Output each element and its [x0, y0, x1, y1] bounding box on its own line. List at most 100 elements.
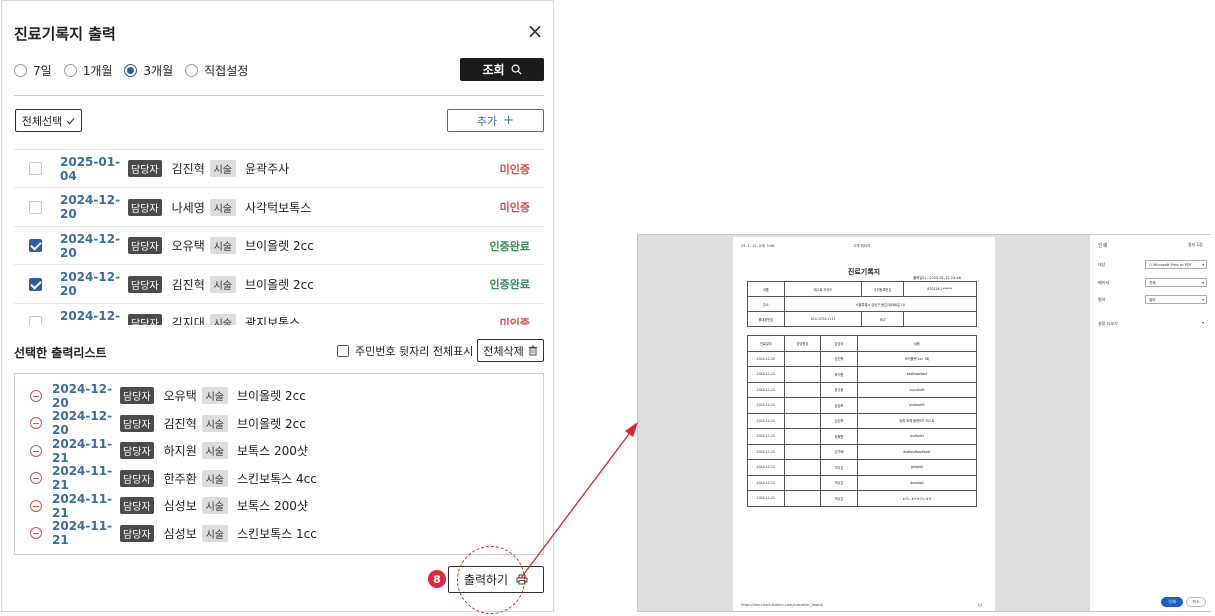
ssn-label-cell: 주민등록번호	[861, 281, 904, 297]
print-confirm-button[interactable]: 인쇄	[1161, 597, 1183, 607]
staff-badge: 담당자	[128, 198, 162, 216]
record-checkbox[interactable]	[29, 162, 42, 175]
radio-button[interactable]	[14, 64, 27, 77]
remove-icon[interactable]	[30, 444, 42, 457]
period-option[interactable]: 직접설정	[185, 62, 248, 79]
select-all-label: 전체선택	[21, 114, 63, 128]
history-cell	[783, 350, 822, 367]
history-cell: 브이올렛 2cc 1회	[856, 350, 978, 367]
certification-status: 인증완료	[489, 278, 530, 291]
selected-date: 2024-11-21	[52, 436, 113, 465]
search-button[interactable]: 조회	[460, 58, 544, 81]
selected-row: 2024-11-21 담당자 심성보 시술 보톡스 200샷	[15, 492, 543, 520]
print-button[interactable]: 출력하기	[448, 566, 544, 593]
type-badge: 시술	[201, 524, 229, 542]
radio-button[interactable]	[63, 64, 77, 77]
remove-icon[interactable]	[30, 472, 42, 484]
history-cell	[783, 459, 822, 476]
selected-row: 2024-11-21 담당자 한주환 시술 스킨보톡스 4cc	[15, 464, 543, 492]
selected-row: 2024-11-21 담당자 심성보 시술 스킨보톡스 1cc	[15, 519, 543, 547]
memo-label: 비고	[861, 311, 904, 327]
select-all-button[interactable]: 전체선택	[15, 109, 82, 132]
record-row: 2024-12-20 담당자 나세영 시술 사각턱보톡스 미인증	[14, 189, 544, 227]
procedure-name: 브이올렛 2cc	[245, 277, 314, 292]
selected-date: 2024-11-21	[52, 519, 113, 547]
checkbox-box[interactable]	[337, 345, 349, 357]
history-cell: 2024-11-21	[747, 381, 785, 398]
address-label: 주소	[747, 296, 785, 312]
ssn-full-display-checkbox[interactable]: 주민번호 뒷자리 전체표시	[337, 343, 473, 359]
selected-print-list: 2024-12-20 담당자 오유택 시술 브이올렛 2cc 2024-12-20 담당자 김…	[14, 373, 544, 555]
history-row: 2024-11-21 한주환 cuuulkuft	[747, 381, 978, 398]
history-header-cell: 담당자	[820, 335, 858, 352]
remove-icon[interactable]	[30, 417, 42, 429]
history-cell: 최형원	[820, 428, 858, 445]
staff-name: 김진혁	[171, 277, 205, 292]
history-row: 2024-12-20 김진혁 브이올렛 2cc 1회	[747, 350, 978, 367]
history-cell: 한주환	[820, 381, 858, 398]
panel-page-count: 용지 1장	[1188, 242, 1203, 247]
staff-name: 김진혁	[171, 162, 205, 176]
color-value: 컬러	[1149, 298, 1156, 302]
history-cell: ㅎㄹㄴㅎㄹㅎㄹㄴㅎㄹ	[856, 490, 978, 507]
delete-all-button[interactable]: 전체삭제	[477, 339, 544, 362]
remove-icon[interactable]	[30, 499, 42, 512]
staff-badge: 담당자	[128, 237, 162, 254]
procedure-name: 보톡스 200샷	[237, 444, 308, 458]
history-cell	[783, 366, 822, 383]
name-label: 이름	[747, 281, 785, 297]
phone-value: 010-1234-1111	[783, 311, 863, 327]
staff-name: 김지대	[171, 316, 205, 325]
record-checkbox[interactable]	[29, 239, 42, 252]
dialog-title: 진료기록지 출력	[14, 25, 116, 43]
search-button-label: 조회	[482, 63, 505, 77]
destination-select[interactable]: ⎙ Microsoft Print to PDF ▾	[1145, 260, 1207, 269]
radio-button[interactable]	[185, 64, 199, 77]
history-cell: 등록 후에 출력모드 테스트	[856, 412, 978, 429]
name-value: 테스트 가이드	[783, 281, 863, 297]
radio-button[interactable]	[124, 64, 138, 77]
print-button-label: 출력하기	[463, 573, 509, 587]
period-radio-group: 7일 1개월 3개월 직접설정	[14, 62, 260, 79]
record-row: 2024-12-20 담당자 김진혁 시술 브이올렛 2cc 인증완료	[14, 266, 544, 304]
staff-badge: 담당자	[128, 314, 162, 325]
remove-icon[interactable]	[30, 389, 42, 402]
procedure-name: 스킨보톡스 4cc	[237, 471, 317, 486]
treatment-history-table: 진료일자 담당원장 담당자 내용 2024-12-20 김진혁 브이올렛 2cc 1회 202…	[747, 335, 978, 507]
sheet-header-title: 고객 페이지	[853, 244, 871, 248]
type-badge: 시술	[201, 469, 229, 487]
sheet-header-datetime: 25. 1. 15. 오후 3:46	[741, 244, 775, 248]
period-option-label: 직접설정	[204, 64, 249, 78]
staff-badge: 담당자	[120, 524, 154, 542]
staff-name: 김진혁	[163, 416, 197, 431]
color-label: 컬러	[1098, 297, 1106, 302]
procedure-name: 보톡스 200샷	[237, 499, 308, 513]
add-button[interactable]: 추가 +	[447, 109, 544, 132]
period-option[interactable]: 1개월	[63, 62, 112, 79]
type-badge: 시술	[209, 237, 237, 254]
period-option[interactable]: 3개월	[124, 62, 173, 79]
staff-badge: 담당자	[120, 497, 154, 514]
print-record-dialog: 진료기록지 출력 × 7일 1개월 3개월 직접설정 조회 전체선택 추가 + 202…	[1, 0, 554, 614]
record-checkbox[interactable]	[29, 277, 42, 291]
record-checkbox[interactable]	[29, 200, 42, 214]
remove-icon[interactable]	[30, 527, 42, 539]
history-cell: 김가배	[820, 443, 858, 460]
staff-name: 한주환	[163, 471, 197, 486]
color-select[interactable]: 컬러 ▾	[1145, 295, 1207, 304]
history-cell: dasdasd	[856, 474, 978, 491]
staff-badge: 담당자	[128, 275, 162, 293]
type-badge: 시술	[209, 160, 237, 177]
history-cell: 하지원	[820, 366, 858, 383]
check-icon	[66, 117, 75, 124]
period-option-label: 3개월	[143, 64, 174, 78]
pages-select[interactable]: 전체 ▾	[1145, 278, 1207, 287]
certification-status: 미인증	[499, 201, 530, 214]
period-option[interactable]: 7일	[14, 62, 52, 79]
close-button[interactable]: ×	[524, 21, 546, 43]
record-checkbox[interactable]	[29, 316, 42, 325]
more-settings-label[interactable]: 설정 더보기	[1098, 321, 1118, 327]
procedure-name: 스킨보톡스 1cc	[237, 526, 317, 541]
print-cancel-button[interactable]: 취소	[1186, 597, 1206, 607]
certification-status: 인증완료	[489, 239, 530, 253]
